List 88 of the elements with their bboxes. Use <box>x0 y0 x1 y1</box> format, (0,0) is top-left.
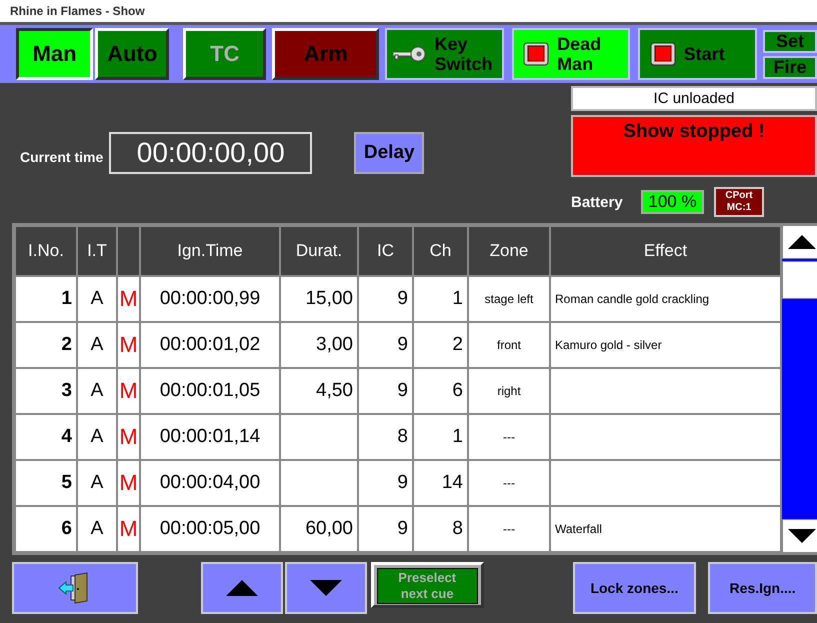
delay-button[interactable]: Delay <box>354 132 424 174</box>
table-cell: --- <box>468 460 550 506</box>
table-cell: 9 <box>358 506 413 552</box>
lock-zones-button[interactable]: Lock zones... <box>572 562 696 614</box>
battery-label: Battery <box>571 194 624 210</box>
ic-status: IC unloaded <box>571 86 817 111</box>
down-arrow-icon <box>786 528 816 544</box>
table-cell: 5 <box>15 460 77 506</box>
table-cell: 00:00:01,02 <box>140 322 280 368</box>
table-cell: A <box>77 322 117 368</box>
table-cell: 00:00:01,05 <box>140 368 280 414</box>
current-time-display: 00:00:00,00 <box>109 132 312 174</box>
table-cell: A <box>77 276 117 322</box>
table-cell: stage left <box>468 276 550 322</box>
table-cell: M <box>117 368 140 414</box>
table-cell: 00:00:01,14 <box>140 414 280 460</box>
toolbar-button[interactable]: Fire <box>762 56 817 78</box>
table-cell: A <box>77 368 117 414</box>
scroll-up-button[interactable] <box>782 225 817 259</box>
table-cell: 00:00:05,00 <box>140 506 280 552</box>
table-cell: 9 <box>358 322 413 368</box>
column-header: Durat. <box>280 226 358 276</box>
table-cell: 1 <box>15 276 77 322</box>
table-cell: 2 <box>15 322 77 368</box>
table-cell: A <box>77 460 117 506</box>
table-cell: 4,50 <box>280 368 358 414</box>
table-cell: M <box>117 414 140 460</box>
table-cell: 60,00 <box>280 506 358 552</box>
column-header: IC <box>358 226 413 276</box>
table-cell: 3,00 <box>280 322 358 368</box>
push-button-icon <box>523 42 550 66</box>
table-cell: M <box>117 322 140 368</box>
table-cell: A <box>77 506 117 552</box>
push-button-icon <box>650 42 676 66</box>
window-title: Rhine in Flames - Show <box>0 0 817 25</box>
table-cell: --- <box>468 414 550 460</box>
toggle-button[interactable]: Start <box>638 28 757 80</box>
table-cell: M <box>117 460 140 506</box>
column-header: I.No. <box>15 226 77 276</box>
down-button[interactable] <box>284 562 367 614</box>
table-cell: Roman candle gold crackling <box>550 276 781 322</box>
table-cell: 2 <box>413 322 468 368</box>
table-cell: 3 <box>15 368 77 414</box>
key-icon <box>392 46 426 62</box>
table-cell: 14 <box>413 460 468 506</box>
exit-button[interactable] <box>12 562 138 614</box>
column-header: Effect <box>550 226 781 276</box>
table-cell: 9 <box>358 368 413 414</box>
table-cell: 6 <box>15 506 77 552</box>
table-cell: 00:00:04,00 <box>140 460 280 506</box>
table-cell: A <box>77 414 117 460</box>
table-cell: 1 <box>413 276 468 322</box>
table-cell: --- <box>468 506 550 552</box>
column-header: Ign.Time <box>140 226 280 276</box>
mode-button[interactable]: Auto <box>95 28 170 80</box>
table-cell: Waterfall <box>550 506 781 552</box>
scroll-down-button[interactable] <box>782 519 817 553</box>
toolbar-button[interactable]: Set <box>762 30 817 52</box>
table-cell: M <box>117 506 140 552</box>
table-cell: front <box>468 322 550 368</box>
battery-reading: 100 % <box>641 190 704 214</box>
show-status: Show stopped ! <box>571 115 817 177</box>
table-cell: right <box>468 368 550 414</box>
mode-button[interactable]: Man <box>16 28 94 80</box>
table-cell: 9 <box>358 460 413 506</box>
down-arrow-icon <box>308 579 343 597</box>
current-time-label: Current time <box>20 149 104 165</box>
table-cell: 1 <box>413 414 468 460</box>
up-button[interactable] <box>200 562 283 614</box>
port-badge: CPort MC:1 <box>714 187 764 217</box>
table-cell: 9 <box>358 276 413 322</box>
table-cell: 8 <box>358 414 413 460</box>
column-header: Ch <box>413 226 468 276</box>
toggle-button[interactable]: Dead Man <box>512 28 630 80</box>
scroll-thumb[interactable] <box>782 261 817 299</box>
table-cell: 15,00 <box>280 276 358 322</box>
column-header: I.T <box>77 226 117 276</box>
table-cell: 6 <box>413 368 468 414</box>
table-cell: Kamuro gold - silver <box>550 322 781 368</box>
reset-ignition-button[interactable]: Res.Ign.... <box>708 562 817 614</box>
table-cell: M <box>117 276 140 322</box>
up-arrow-icon <box>786 234 816 250</box>
table-cell: 4 <box>15 414 77 460</box>
key-switch-button[interactable]: Key Switch <box>385 28 504 80</box>
column-header: Zone <box>468 226 550 276</box>
table-cell: 8 <box>413 506 468 552</box>
up-arrow-icon <box>224 579 259 597</box>
table-cell: 00:00:00,99 <box>140 276 280 322</box>
